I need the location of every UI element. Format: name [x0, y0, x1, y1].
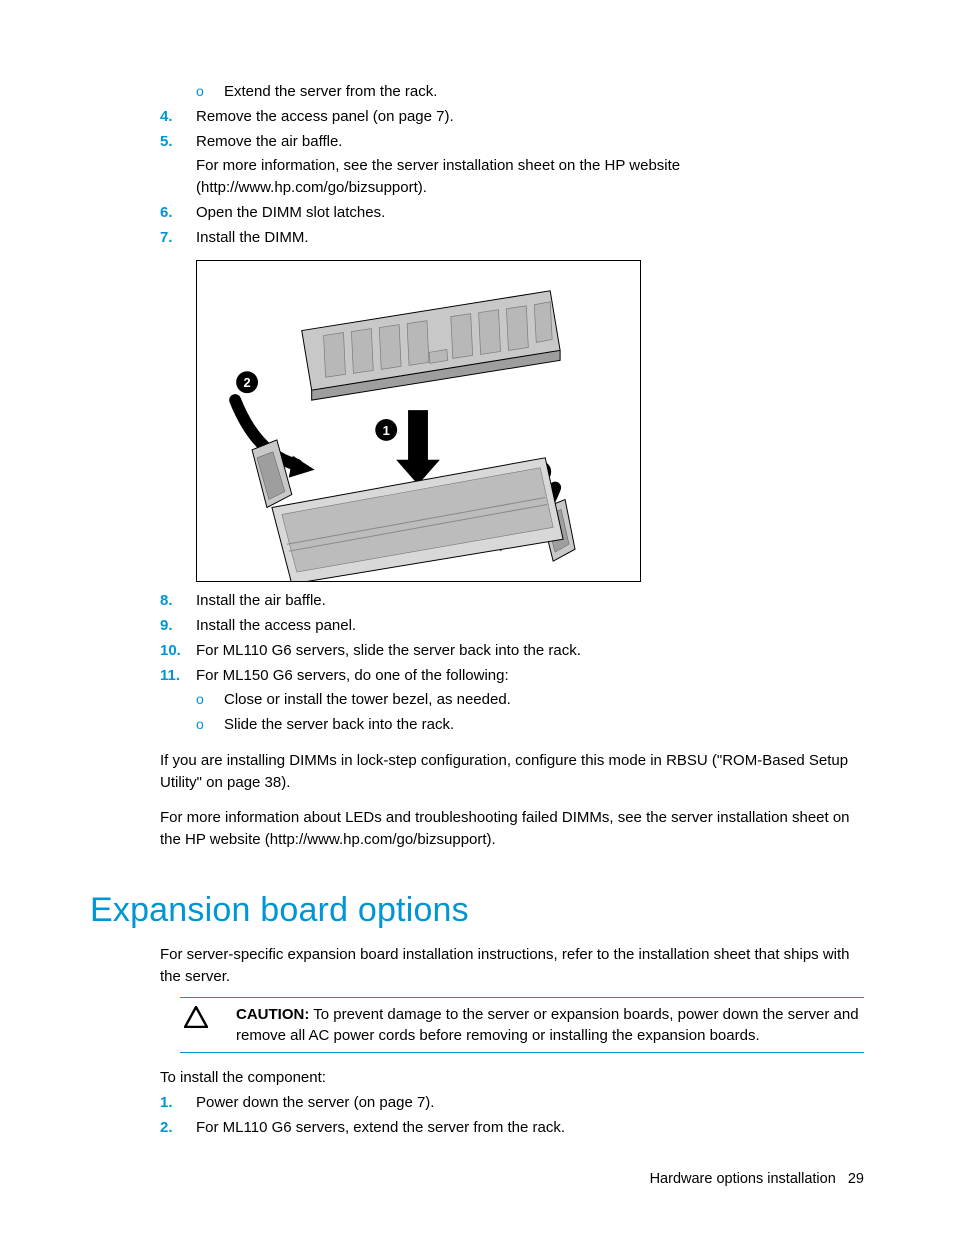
sub-list-item: o Slide the server back into the rack.	[196, 714, 864, 736]
footer-page-number: 29	[848, 1171, 864, 1187]
step-7: 7. Install the DIMM.	[160, 227, 864, 249]
expansion-intro: For server-specific expansion board inst…	[160, 944, 864, 988]
step-text: Install the access panel.	[196, 615, 864, 637]
step-11: 11. For ML150 G6 servers, do one of the …	[160, 665, 864, 687]
exp-step-1: 1. Power down the server (on page 7).	[160, 1092, 864, 1114]
caution-text: CAUTION: To prevent damage to the server…	[236, 1004, 860, 1046]
step-9: 9. Install the access panel.	[160, 615, 864, 637]
step-number: 4.	[160, 106, 196, 128]
bullet-o-icon: o	[196, 689, 224, 709]
step-number: 5.	[160, 131, 196, 153]
sub-list-item: o Close or install the tower bezel, as n…	[196, 689, 864, 711]
dimm-install-figure: 1 2 2	[196, 260, 641, 582]
step-text: Open the DIMM slot latches.	[196, 202, 864, 224]
caution-label: CAUTION:	[236, 1006, 309, 1023]
caution-icon	[180, 1004, 236, 1028]
main-content: o Extend the server from the rack. 4. Re…	[160, 81, 864, 1139]
exp-step-2: 2. For ML110 G6 servers, extend the serv…	[160, 1117, 864, 1139]
caution-box: CAUTION: To prevent damage to the server…	[180, 997, 864, 1053]
bullet-o-icon: o	[196, 714, 224, 734]
step-text: For ML150 G6 servers, do one of the foll…	[196, 665, 864, 687]
step-8: 8. Install the air baffle.	[160, 590, 864, 612]
step-number: 8.	[160, 590, 196, 612]
page-footer: Hardware options installation 29	[650, 1171, 864, 1187]
step-number: 11.	[160, 665, 196, 687]
step-number: 1.	[160, 1092, 196, 1114]
callout-2-left: 2	[243, 375, 250, 390]
step-text: Remove the air baffle.	[196, 131, 864, 153]
step-text: Install the DIMM.	[196, 227, 864, 249]
footer-section: Hardware options installation	[650, 1171, 836, 1187]
step-5: 5. Remove the air baffle.	[160, 131, 864, 153]
paragraph-lockstep: If you are installing DIMMs in lock-step…	[160, 750, 864, 794]
dimm-diagram-svg: 1 2 2	[197, 261, 640, 581]
step-4: 4. Remove the access panel (on page 7).	[160, 106, 864, 128]
sub-item-text: Slide the server back into the rack.	[224, 714, 864, 736]
sub-item-text: Extend the server from the rack.	[224, 81, 864, 103]
step-text: Install the air baffle.	[196, 590, 864, 612]
step-number: 10.	[160, 640, 196, 662]
step-text: For ML110 G6 servers, slide the server b…	[196, 640, 864, 662]
step-6: 6. Open the DIMM slot latches.	[160, 202, 864, 224]
step-text: For ML110 G6 servers, extend the server …	[196, 1117, 864, 1139]
caution-body: To prevent damage to the server or expan…	[236, 1006, 859, 1044]
step-text: Power down the server (on page 7).	[196, 1092, 864, 1114]
callout-1: 1	[383, 423, 390, 438]
step-number: 7.	[160, 227, 196, 249]
step-5-extra: For more information, see the server ins…	[196, 155, 864, 199]
step-text: Remove the access panel (on page 7).	[196, 106, 864, 128]
step-number: 2.	[160, 1117, 196, 1139]
section-heading-expansion: Expansion board options	[90, 891, 864, 930]
sub-list-item: o Extend the server from the rack.	[196, 81, 864, 103]
install-lead: To install the component:	[160, 1067, 864, 1089]
step-number: 9.	[160, 615, 196, 637]
sub-item-text: Close or install the tower bezel, as nee…	[224, 689, 864, 711]
paragraph-leds: For more information about LEDs and trou…	[160, 807, 864, 851]
bullet-o-icon: o	[196, 81, 224, 101]
step-number: 6.	[160, 202, 196, 224]
step-10: 10. For ML110 G6 servers, slide the serv…	[160, 640, 864, 662]
